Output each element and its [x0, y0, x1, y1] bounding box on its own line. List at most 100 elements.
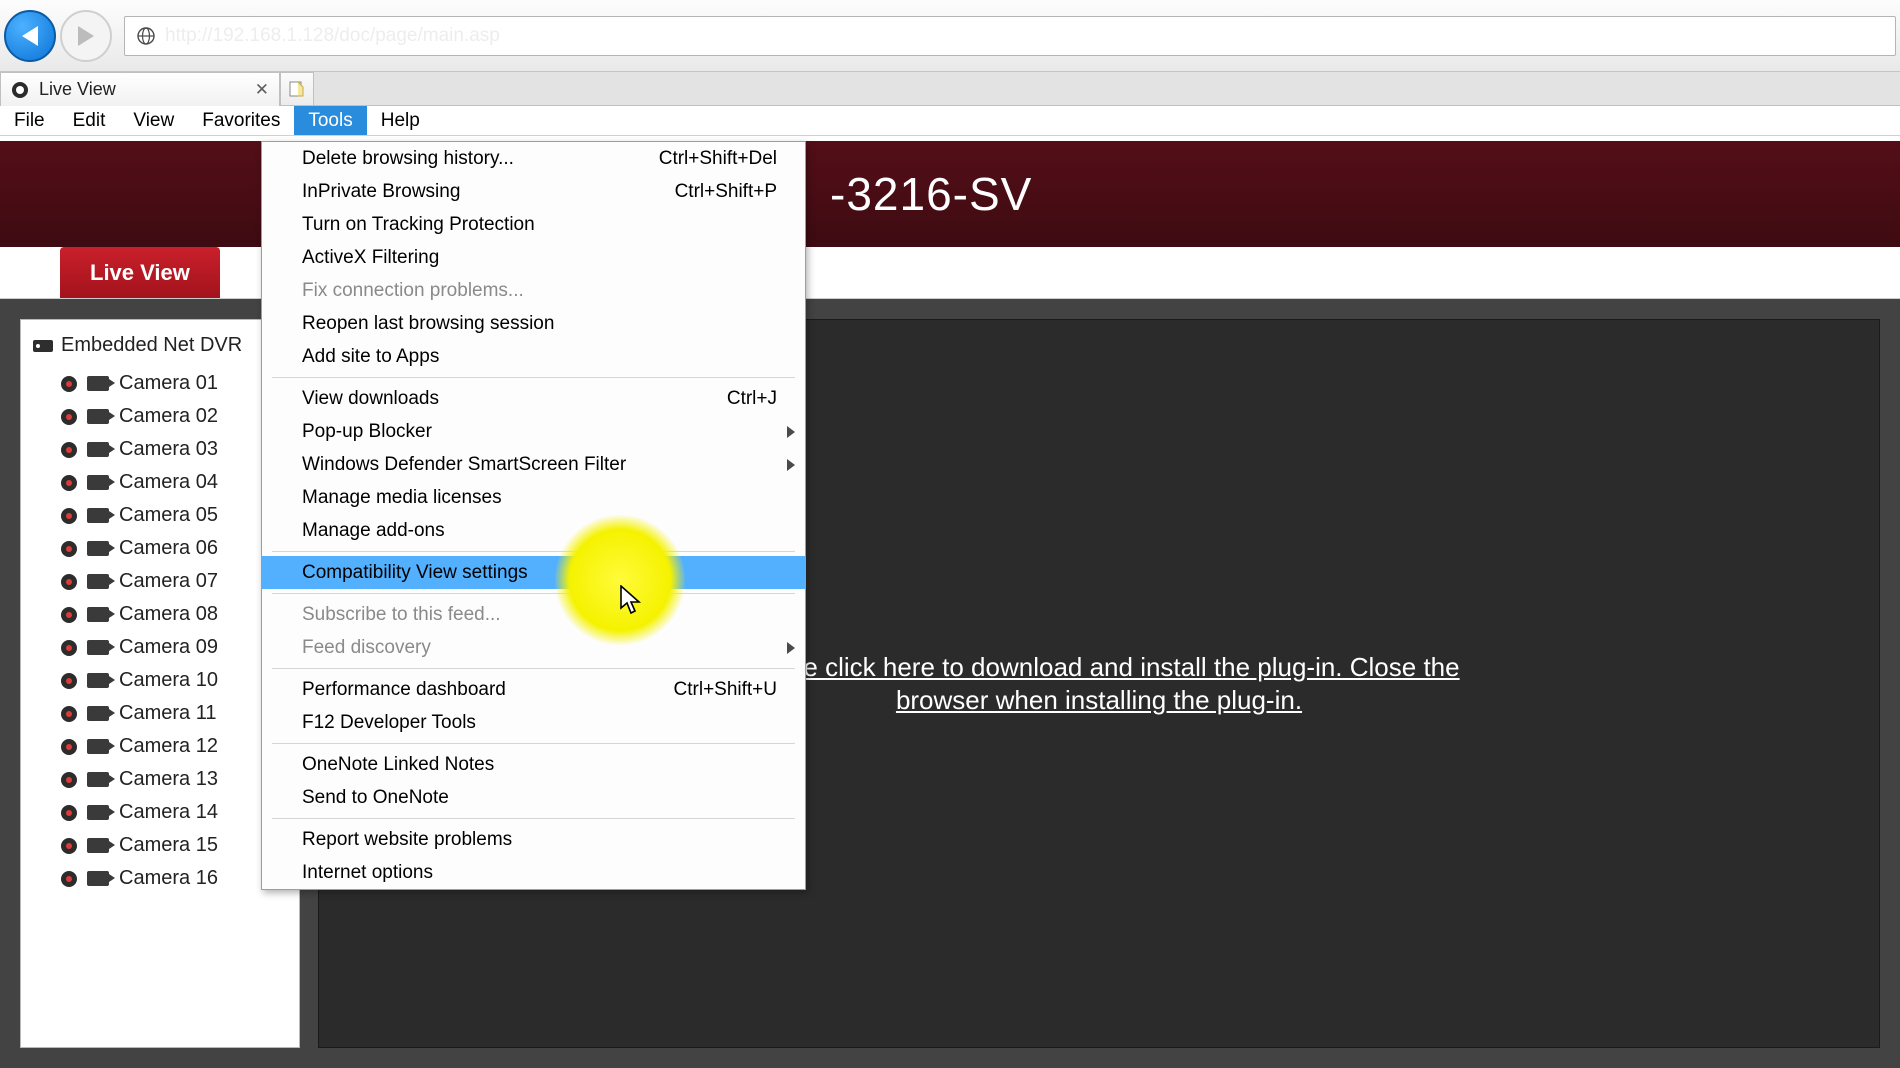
camera-item[interactable]: Camera 15: [33, 829, 287, 862]
tools-windows-defender-smartscreen-filter[interactable]: Windows Defender SmartScreen Filter: [262, 448, 805, 481]
menu-item-label: Compatibility View settings: [302, 562, 528, 584]
camera-item[interactable]: Camera 05: [33, 499, 287, 532]
record-status-icon: [61, 541, 77, 557]
back-button[interactable]: [4, 10, 56, 62]
dvr-tab-label: Live View: [90, 260, 190, 286]
camera-icon: [87, 475, 109, 490]
tools-send-to-onenote[interactable]: Send to OneNote: [262, 781, 805, 814]
menu-item-label: View downloads: [302, 388, 439, 410]
page-icon: [11, 81, 29, 99]
plugin-download-link[interactable]: Please click here to download and instal…: [689, 651, 1509, 716]
record-status-icon: [61, 376, 77, 392]
address-bar[interactable]: http://192.168.1.128/doc/page/main.asp: [124, 16, 1896, 56]
menu-item-shortcut: Ctrl+Shift+Del: [659, 148, 777, 170]
camera-label: Camera 11: [119, 702, 216, 725]
arrow-right-icon: [78, 26, 94, 46]
camera-label: Camera 15: [119, 834, 218, 857]
camera-item[interactable]: Camera 13: [33, 763, 287, 796]
camera-item[interactable]: Camera 01: [33, 367, 287, 400]
camera-label: Camera 10: [119, 669, 218, 692]
camera-item[interactable]: Camera 10: [33, 664, 287, 697]
camera-label: Camera 06: [119, 537, 218, 560]
dvr-model-title: -3216-SV: [830, 167, 1032, 221]
camera-item[interactable]: Camera 07: [33, 565, 287, 598]
camera-icon: [87, 838, 109, 853]
record-status-icon: [61, 706, 77, 722]
tools-performance-dashboard[interactable]: Performance dashboardCtrl+Shift+U: [262, 673, 805, 706]
tools-manage-add-ons[interactable]: Manage add-ons: [262, 514, 805, 547]
tools-onenote-linked-notes[interactable]: OneNote Linked Notes: [262, 748, 805, 781]
menu-item-label: F12 Developer Tools: [302, 712, 476, 734]
camera-item[interactable]: Camera 04: [33, 466, 287, 499]
menu-separator: [272, 377, 795, 378]
record-status-icon: [61, 739, 77, 755]
tools-f12-developer-tools[interactable]: F12 Developer Tools: [262, 706, 805, 739]
menu-item-label: ActiveX Filtering: [302, 247, 439, 269]
tab-strip: Live View ✕: [0, 72, 1900, 106]
camera-icon: [87, 376, 109, 391]
menu-view[interactable]: View: [119, 106, 188, 135]
camera-icon: [87, 871, 109, 886]
camera-label: Camera 07: [119, 570, 218, 593]
menu-separator: [272, 743, 795, 744]
tools-turn-on-tracking-protection[interactable]: Turn on Tracking Protection: [262, 208, 805, 241]
camera-icon: [87, 574, 109, 589]
menu-help[interactable]: Help: [367, 106, 434, 135]
camera-label: Camera 02: [119, 405, 218, 428]
tree-root-label: Embedded Net DVR: [61, 334, 242, 357]
menu-tools[interactable]: Tools: [294, 106, 366, 135]
record-status-icon: [61, 607, 77, 623]
dvr-icon: [33, 338, 53, 354]
browser-tab-live-view[interactable]: Live View ✕: [0, 72, 280, 106]
menu-item-label: Manage media licenses: [302, 487, 502, 509]
camera-item[interactable]: Camera 08: [33, 598, 287, 631]
tab-close-button[interactable]: ✕: [255, 80, 269, 100]
menu-item-label: Report website problems: [302, 829, 512, 851]
camera-item[interactable]: Camera 11: [33, 697, 287, 730]
record-status-icon: [61, 673, 77, 689]
menu-edit[interactable]: Edit: [59, 106, 120, 135]
tools-report-website-problems[interactable]: Report website problems: [262, 823, 805, 856]
menu-bar: FileEditViewFavoritesToolsHelp: [0, 106, 1900, 136]
camera-item[interactable]: Camera 02: [33, 400, 287, 433]
tools-feed-discovery: Feed discovery: [262, 631, 805, 664]
tools-manage-media-licenses[interactable]: Manage media licenses: [262, 481, 805, 514]
camera-item[interactable]: Camera 14: [33, 796, 287, 829]
camera-item[interactable]: Camera 12: [33, 730, 287, 763]
camera-item[interactable]: Camera 09: [33, 631, 287, 664]
menu-item-label: InPrivate Browsing: [302, 181, 460, 203]
tools-view-downloads[interactable]: View downloadsCtrl+J: [262, 382, 805, 415]
tools-compatibility-view-settings[interactable]: Compatibility View settings: [262, 556, 805, 589]
address-text: http://192.168.1.128/doc/page/main.asp: [165, 25, 500, 47]
tools-inprivate-browsing[interactable]: InPrivate BrowsingCtrl+Shift+P: [262, 175, 805, 208]
globe-icon: [137, 27, 155, 45]
menu-item-label: Performance dashboard: [302, 679, 506, 701]
camera-item[interactable]: Camera 16: [33, 862, 287, 895]
tools-reopen-last-browsing-session[interactable]: Reopen last browsing session: [262, 307, 805, 340]
menu-separator: [272, 818, 795, 819]
camera-icon: [87, 442, 109, 457]
camera-icon: [87, 739, 109, 754]
tools-delete-browsing-history[interactable]: Delete browsing history...Ctrl+Shift+Del: [262, 142, 805, 175]
new-tab-button[interactable]: [280, 72, 314, 106]
menu-file[interactable]: File: [0, 106, 59, 135]
tools-add-site-to-apps[interactable]: Add site to Apps: [262, 340, 805, 373]
dvr-tab-live-view[interactable]: Live View: [60, 247, 220, 298]
menu-favorites[interactable]: Favorites: [188, 106, 294, 135]
camera-label: Camera 04: [119, 471, 218, 494]
camera-item[interactable]: Camera 06: [33, 532, 287, 565]
tools-activex-filtering[interactable]: ActiveX Filtering: [262, 241, 805, 274]
record-status-icon: [61, 442, 77, 458]
camera-label: Camera 12: [119, 735, 218, 758]
forward-button[interactable]: [60, 10, 112, 62]
tools-internet-options[interactable]: Internet options: [262, 856, 805, 889]
arrow-left-icon: [22, 26, 38, 46]
menu-item-label: Feed discovery: [302, 637, 431, 659]
record-status-icon: [61, 574, 77, 590]
camera-label: Camera 14: [119, 801, 218, 824]
camera-icon: [87, 772, 109, 787]
camera-item[interactable]: Camera 03: [33, 433, 287, 466]
tools-pop-up-blocker[interactable]: Pop-up Blocker: [262, 415, 805, 448]
menu-item-label: OneNote Linked Notes: [302, 754, 494, 776]
tree-root[interactable]: Embedded Net DVR: [33, 334, 287, 357]
